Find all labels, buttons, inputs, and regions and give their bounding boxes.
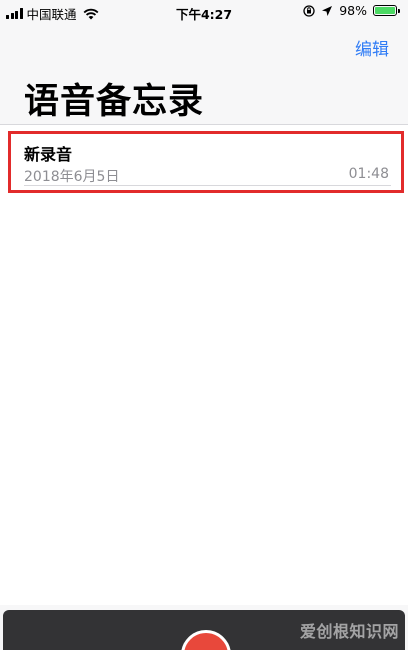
- recording-duration: 01:48: [348, 166, 389, 182]
- orientation-lock-icon: [303, 4, 315, 17]
- watermark-text: 爱创根知识网: [299, 622, 399, 641]
- battery-percent: 98%: [339, 3, 367, 18]
- recording-title: 新录音: [24, 145, 73, 164]
- recording-date: 2018年6月5日: [24, 169, 120, 185]
- battery-fill: [375, 7, 395, 14]
- status-bar-right: 98%: [303, 3, 400, 18]
- row-divider: [24, 185, 391, 186]
- record-toolbar: 爱创根知识网: [3, 610, 405, 650]
- recordings-list: 新录音 2018年6月5日 01:48: [0, 124, 408, 605]
- battery-icon: [373, 5, 400, 16]
- edit-button[interactable]: 编辑: [355, 35, 389, 60]
- record-button[interactable]: [181, 630, 231, 650]
- page-title: 语音备忘录: [24, 82, 205, 122]
- location-arrow-icon: [322, 5, 333, 16]
- recording-list-item[interactable]: 新录音 2018年6月5日 01:48: [8, 131, 404, 193]
- status-bar: 中国联通 下午4:27 98%: [0, 0, 408, 24]
